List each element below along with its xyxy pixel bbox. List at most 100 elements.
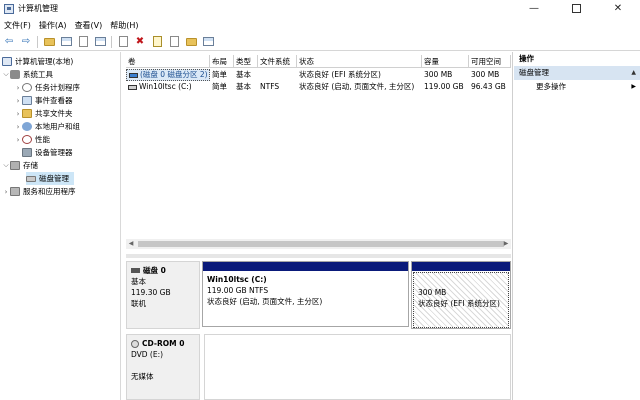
close-button[interactable]: ✕ [598,0,638,17]
tree-item-label: 系统工具 [23,70,53,79]
pane-splitter[interactable] [126,254,511,258]
actions-section-disk-management[interactable]: 磁盘管理 ▲ [514,66,640,80]
shared-folder-icon [22,109,32,118]
search-icon [169,36,179,47]
help-icon [78,36,88,47]
volume-name-cell: Win10ltsc (C:) [126,81,210,93]
filesystem-cell [258,69,297,81]
forward-button[interactable]: ⇨ [19,35,33,49]
filesystem-cell: NTFS [260,82,280,91]
status-cell: 状态良好 (EFI 系统分区) [299,70,381,79]
column-header-status[interactable]: 状态 [297,55,422,68]
tree-item-disk-management[interactable]: 磁盘管理 [26,172,74,185]
tools-icon [10,70,20,79]
tree-item-shared-folders[interactable]: › 共享文件夹 [14,107,73,120]
search-button[interactable] [167,35,181,49]
tree-item-services[interactable]: › 服务和应用程序 [2,185,76,198]
disk-type: DVD (E:) [131,350,164,359]
disk-graphical-view: 磁盘 0 基本 119.30 GB 联机 Win10ltsc (C:) 119.… [126,259,511,400]
tree-item-local-users[interactable]: › 本地用户和组 [14,120,80,133]
help-button[interactable] [76,35,90,49]
tree-item-label: 本地用户和组 [35,122,80,131]
type-cell: 基本 [236,82,251,91]
check-button[interactable] [150,35,164,49]
column-header-filesystem[interactable]: 文件系统 [258,55,297,68]
partition-name: Win10ltsc (C:) [207,275,267,284]
console-tree-icon [60,37,72,46]
more-actions-label: 更多操作 [536,82,566,91]
menu-action[interactable]: 操作(A) [35,20,71,31]
tree-item-storage[interactable]: ⌵ 存储 [2,159,38,172]
check-icon [152,36,162,47]
layout-cell: 简单 [212,82,227,91]
menu-help[interactable]: 帮助(H) [106,20,142,31]
show-hide-tree-button[interactable] [59,35,73,49]
actions-pane: 操作 磁盘管理 ▲ 更多操作 ▶ [514,52,640,400]
scroll-right-icon[interactable]: ▶ [501,239,511,249]
expand-chevron-icon[interactable]: › [14,110,22,118]
expand-chevron-icon[interactable]: › [14,84,22,92]
collapse-chevron-icon[interactable]: ⌵ [2,161,10,170]
disk-status: 无媒体 [131,372,154,381]
horizontal-scrollbar[interactable]: ◀ ▶ [126,239,511,249]
open-folder-icon [185,37,197,46]
tree-item-label: 磁盘管理 [39,174,69,183]
maximize-button[interactable] [556,0,596,17]
computer-management-icon [4,3,14,14]
tree-item-label: 计算机管理(本地) [15,57,74,66]
users-icon [22,122,32,131]
export-list-icon [202,37,214,46]
tree-item-root[interactable]: 计算机管理(本地) [2,55,73,68]
expand-chevron-icon[interactable]: › [2,188,10,196]
toolbar: ⇦ ⇨ ✖ [0,33,640,51]
open-button[interactable] [184,35,198,49]
expand-chevron-icon[interactable]: › [14,97,22,105]
disk-0-label[interactable]: 磁盘 0 基本 119.30 GB 联机 [126,261,200,329]
console-tree: 计算机管理(本地) ⌵ 系统工具 › 任务计划程序 › 事件查看器 › 共享文件… [0,52,121,400]
performance-icon [22,135,32,144]
tree-item-system-tools[interactable]: ⌵ 系统工具 [2,68,53,81]
disk-status: 联机 [131,299,146,308]
collapse-up-icon[interactable]: ▲ [631,66,636,80]
expand-chevron-icon[interactable]: › [14,123,22,131]
delete-button[interactable]: ✖ [133,35,147,49]
partition-efi[interactable]: 300 MB 状态良好 (EFI 系统分区) [411,261,511,329]
partition-status: 状态良好 (启动, 页面文件, 主分区) [207,297,323,306]
status-cell: 状态良好 (启动, 页面文件, 主分区) [299,82,415,91]
column-header-capacity[interactable]: 容量 [422,55,469,68]
partition-status: 状态良好 (EFI 系统分区) [418,299,500,308]
properties-button[interactable] [93,35,107,49]
column-header-type[interactable]: 类型 [234,55,258,68]
table-row[interactable]: (磁盘 0 磁盘分区 2) 简单 基本 状态良好 (EFI 系统分区) 300 … [126,69,511,81]
storage-icon [10,161,20,170]
actions-title: 操作 [519,54,534,63]
export-button[interactable] [201,35,215,49]
partition-c[interactable]: Win10ltsc (C:) 119.00 GB NTFS 状态良好 (启动, … [202,261,409,327]
menu-file[interactable]: 文件(F) [0,20,35,31]
partition-color-bar [412,262,510,271]
scrollbar-thumb[interactable] [138,241,504,247]
toolbar-divider [111,35,112,48]
tree-item-device-manager[interactable]: 设备管理器 [14,146,73,159]
back-button[interactable]: ⇦ [2,35,16,49]
up-folder-button[interactable] [42,35,56,49]
scroll-left-icon[interactable]: ◀ [126,239,136,249]
column-header-volume[interactable]: 卷 [126,55,210,68]
column-header-free-space[interactable]: 可用空间 [469,55,511,68]
table-row[interactable]: Win10ltsc (C:) 简单 基本 NTFS 状态良好 (启动, 页面文件… [126,81,511,93]
cdrom-0-label[interactable]: CD-ROM 0 DVD (E:) 无媒体 [126,334,200,400]
minimize-button[interactable]: — [514,0,554,17]
tree-item-task-scheduler[interactable]: › 任务计划程序 [14,81,80,94]
connect-button[interactable] [116,35,130,49]
menu-view[interactable]: 查看(V) [71,20,107,31]
more-actions-item[interactable]: 更多操作 ▶ [514,80,640,94]
disk-icon [131,268,140,273]
tree-item-event-viewer[interactable]: › 事件查看器 [14,94,73,107]
tree-item-performance[interactable]: › 性能 [14,133,50,146]
expand-chevron-icon[interactable]: › [14,136,22,144]
tree-item-label: 性能 [35,135,50,144]
column-header-layout[interactable]: 布局 [210,55,234,68]
disk-type: 基本 [131,277,146,286]
connect-icon [118,36,128,47]
collapse-chevron-icon[interactable]: ⌵ [2,70,10,79]
